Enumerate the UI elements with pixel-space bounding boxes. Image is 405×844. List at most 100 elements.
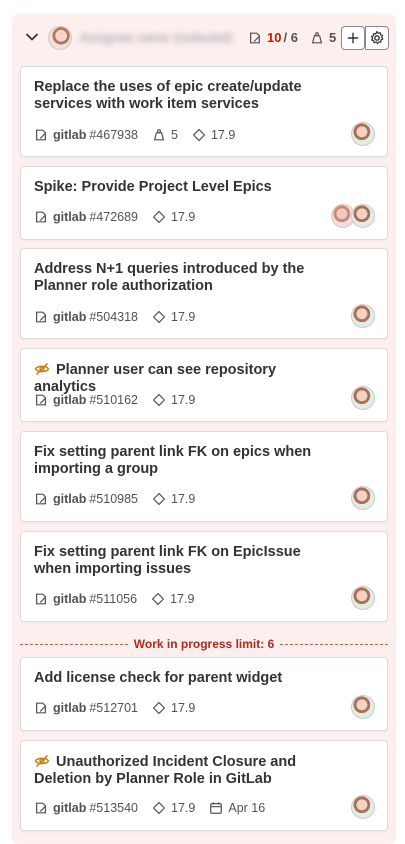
- milestone-value: 17.9: [171, 701, 196, 715]
- issue-meta: gitlab #504318 17.9: [34, 308, 195, 326]
- issue-id[interactable]: #510985: [89, 492, 138, 506]
- issue-type-icon: [36, 394, 46, 406]
- project-path[interactable]: gitlab: [53, 310, 86, 324]
- milestone-icon: [152, 393, 166, 407]
- milestone-value: 17.9: [171, 801, 196, 815]
- milestone-icon: [192, 128, 206, 142]
- issue-title[interactable]: Unauthorized Incident Closure and Deleti…: [34, 754, 296, 787]
- assignee-avatar[interactable]: [351, 486, 375, 510]
- issue-type-icon: [36, 311, 46, 323]
- assignee-name[interactable]: Assignee name (redacted): [80, 28, 240, 48]
- weight-value: 5: [171, 128, 178, 142]
- weight-total: 5: [310, 28, 336, 48]
- issue-meta: gitlab #513540 17.9 Apr 16: [34, 799, 265, 817]
- issue-type-icon: [36, 129, 46, 141]
- issue-card[interactable]: Replace the uses of epic create/update s…: [20, 66, 388, 157]
- issue-title[interactable]: Add license check for parent widget: [34, 670, 334, 687]
- milestone-icon: [152, 701, 166, 715]
- milestone-value: 17.9: [171, 492, 196, 506]
- issue-meta: gitlab #467938 5 17.9: [34, 126, 235, 144]
- issue-card[interactable]: Fix setting parent link FK on EpicIssue …: [20, 531, 388, 622]
- project-path[interactable]: gitlab: [53, 128, 86, 142]
- assignee-avatar[interactable]: [351, 204, 375, 228]
- add-issue-button[interactable]: [341, 26, 365, 50]
- issue-card[interactable]: Address N+1 queries introduced by the Pl…: [20, 248, 388, 339]
- issue-meta: gitlab #511056 17.9: [34, 590, 194, 608]
- issue-milestone[interactable]: 17.9: [152, 310, 195, 324]
- wip-limit-label: Work in progress limit: 6: [133, 637, 275, 651]
- issue-milestone[interactable]: 17.9: [152, 701, 195, 715]
- issue-id[interactable]: #504318: [89, 310, 138, 324]
- milestone-icon: [152, 310, 166, 324]
- issue-type-icon: [36, 211, 46, 223]
- assignee-avatar[interactable]: [351, 586, 375, 610]
- issue-card[interactable]: Planner user can see repository analytic…: [20, 348, 388, 422]
- issue-milestone[interactable]: 17.9: [152, 393, 195, 407]
- milestone-icon: [152, 801, 166, 815]
- project-path[interactable]: gitlab: [53, 801, 86, 815]
- milestone-icon: [152, 492, 166, 506]
- assignee-avatar[interactable]: [351, 122, 375, 146]
- list-settings-button[interactable]: [365, 26, 389, 50]
- issue-title[interactable]: Address N+1 queries introduced by the Pl…: [34, 261, 334, 295]
- milestone-value: 17.9: [171, 210, 196, 224]
- issue-card[interactable]: Spike: Provide Project Level Epics gitla…: [20, 166, 388, 240]
- list-counts: 10 / 6 5: [248, 28, 336, 48]
- issue-weight: 5: [152, 128, 178, 142]
- issue-id[interactable]: #510162: [89, 393, 138, 407]
- issue-title[interactable]: Replace the uses of epic create/update s…: [34, 79, 334, 113]
- issue-type-icon: [36, 593, 46, 605]
- assignee-avatar[interactable]: [351, 695, 375, 719]
- weight-icon: [153, 129, 165, 141]
- plus-icon: [347, 32, 359, 44]
- project-path[interactable]: gitlab: [53, 210, 86, 224]
- issue-id[interactable]: #513540: [89, 801, 138, 815]
- milestone-value: 17.9: [170, 592, 195, 606]
- chevron-down-icon[interactable]: [24, 29, 40, 45]
- issue-meta: gitlab #510162 17.9: [34, 391, 195, 409]
- assignee-avatar[interactable]: [351, 386, 375, 410]
- calendar-icon: [210, 802, 223, 814]
- issue-card[interactable]: Fix setting parent link FK on epics when…: [20, 431, 388, 522]
- issue-title-row: Unauthorized Incident Closure and Deleti…: [34, 753, 334, 788]
- board-list: Assignee name (redacted) 10 / 6 5 Replac…: [12, 14, 396, 844]
- milestone-icon: [152, 210, 166, 224]
- project-path[interactable]: gitlab: [53, 701, 86, 715]
- wip-limit-divider: Work in progress limit: 6: [20, 636, 389, 652]
- issue-id[interactable]: #512701: [89, 701, 138, 715]
- issue-milestone[interactable]: 17.9: [151, 592, 194, 606]
- eye-slash-icon: [34, 362, 50, 376]
- milestone-value: 17.9: [171, 393, 196, 407]
- issue-id[interactable]: #472689: [89, 210, 138, 224]
- gear-icon: [370, 30, 384, 45]
- issue-meta: gitlab #510985 17.9: [34, 490, 195, 508]
- weight-icon: [311, 32, 323, 44]
- issue-meta: gitlab #472689 17.9: [34, 208, 195, 226]
- assignee-avatar[interactable]: [48, 26, 72, 50]
- milestone-icon: [152, 592, 165, 606]
- issue-due-date[interactable]: Apr 16: [209, 801, 265, 815]
- eye-slash-icon: [34, 754, 50, 768]
- issue-meta: gitlab #512701 17.9: [34, 699, 195, 717]
- weight-total-value: 5: [328, 30, 337, 45]
- issues-icon: [250, 32, 260, 44]
- issue-card[interactable]: Unauthorized Incident Closure and Deleti…: [20, 740, 388, 831]
- issue-milestone[interactable]: 17.9: [152, 210, 195, 224]
- issue-milestone[interactable]: 17.9: [152, 492, 195, 506]
- assignee-avatar[interactable]: [351, 304, 375, 328]
- project-path[interactable]: gitlab: [53, 592, 86, 606]
- issue-title[interactable]: Spike: Provide Project Level Epics: [34, 179, 334, 196]
- issue-id[interactable]: #467938: [89, 128, 138, 142]
- due-date-value: Apr 16: [228, 801, 266, 815]
- issue-id[interactable]: #511056: [89, 592, 137, 606]
- issue-type-icon: [36, 493, 46, 505]
- issue-card[interactable]: Add license check for parent widget gitl…: [20, 657, 388, 731]
- project-path[interactable]: gitlab: [53, 393, 86, 407]
- assignee-avatar[interactable]: [351, 795, 375, 819]
- project-path[interactable]: gitlab: [53, 492, 86, 506]
- issue-milestone[interactable]: 17.9: [192, 128, 235, 142]
- issue-title[interactable]: Fix setting parent link FK on EpicIssue …: [34, 544, 334, 578]
- issue-title[interactable]: Fix setting parent link FK on epics when…: [34, 444, 334, 478]
- issue-count: 10: [267, 30, 282, 45]
- issue-milestone[interactable]: 17.9: [152, 801, 195, 815]
